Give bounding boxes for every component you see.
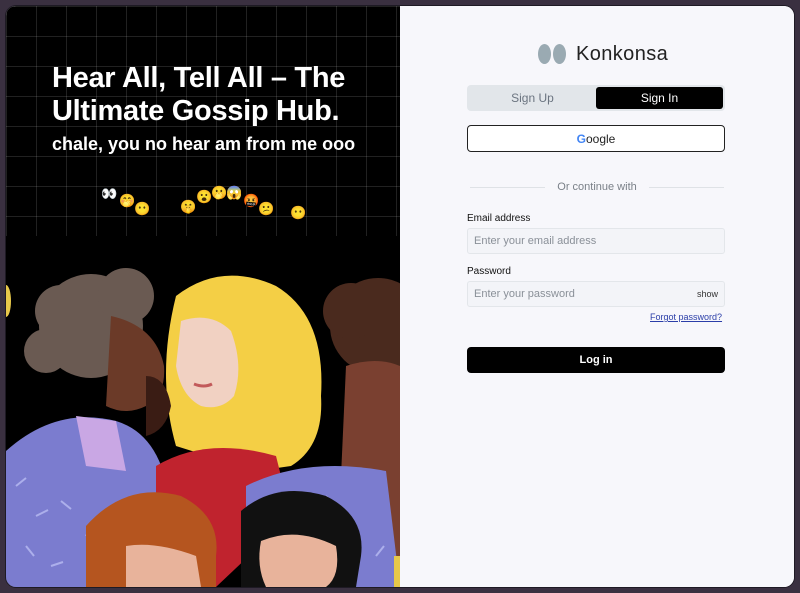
google-button-label: oogle [585,131,616,146]
email-field[interactable] [468,229,724,253]
auth-tabs: Sign Up Sign In [467,85,725,111]
divider-line-left [470,186,546,188]
emoji-blank: 😶 [290,205,307,220]
emoji-hand-over-mouth: 🤭 [119,193,136,208]
emoji-shushing: 🤫 [180,199,197,214]
hero-subtitle: chale, you no hear am from me ooo [52,134,356,154]
password-field-wrapper: show [467,281,725,307]
forgot-password-link[interactable]: Forgot password? [650,312,722,322]
emoji-no-mouth: 😶 [134,201,151,216]
brand-logo: Konkonsa [538,42,668,66]
divider: Or continue with [470,180,725,194]
google-icon: G [576,131,586,146]
gossip-people-illustration [6,268,400,587]
emoji-confused: 😕 [258,201,275,216]
emoji-surprised: 😮 [196,189,213,204]
divider-text: Or continue with [557,181,637,193]
auth-panel: Konkonsa Sign Up Sign In G oogle Or cont… [400,6,794,587]
password-field[interactable] [468,282,697,306]
tab-sign-in[interactable]: Sign In [596,87,723,109]
email-field-wrapper [467,228,725,254]
email-label: Email address [467,213,531,224]
password-label: Password [467,266,511,277]
app-window: Hear All, Tell All – The Ultimate Gossip… [6,6,794,587]
tab-sign-up[interactable]: Sign Up [469,87,596,109]
emoji-cursing: 🤬 [243,193,260,208]
emoji-eyes: 👀 [101,186,118,201]
hero-panel: Hear All, Tell All – The Ultimate Gossip… [6,6,400,587]
google-sign-in-button[interactable]: G oogle [467,125,725,152]
brand-name: Konkonsa [576,42,669,65]
show-password-toggle[interactable]: show [697,289,724,299]
logo-mark-icon [538,44,568,64]
login-button[interactable]: Log in [467,347,725,373]
emoji-gasp: 🫢 [211,185,228,200]
emoji-screaming: 😱 [226,185,243,200]
hero-title: Hear All, Tell All – The Ultimate Gossip… [52,62,346,127]
divider-line-right [648,186,725,188]
